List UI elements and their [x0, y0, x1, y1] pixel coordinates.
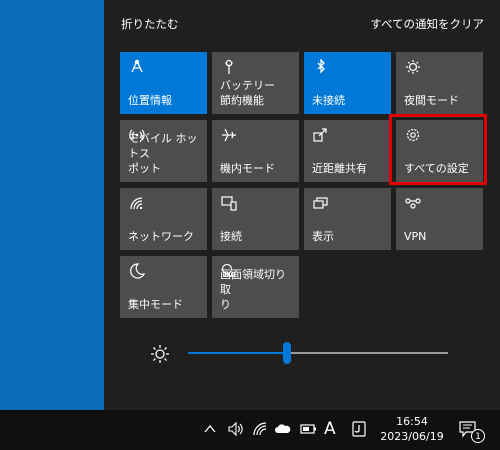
tile-label: 未接続: [312, 94, 345, 107]
notification-count-badge: 1: [471, 429, 485, 443]
tile-location[interactable]: 位置情報: [120, 52, 207, 114]
tile-label: すべての設定: [404, 162, 469, 175]
network-icon: [128, 195, 146, 211]
nearby-share-icon: [312, 127, 330, 143]
action-center-header: 折りたたむ すべての通知をクリア: [104, 14, 500, 36]
desktop-background: [0, 0, 104, 410]
tile-label: 近距離共有: [312, 162, 367, 175]
tile-night-light[interactable]: 夜間モード: [396, 52, 483, 114]
taskbar: A 16:54 2023/06/19 1: [0, 410, 500, 450]
tile-all-settings[interactable]: すべての設定: [396, 120, 483, 182]
tile-project[interactable]: 表示: [304, 188, 391, 250]
battery-saver-icon: [220, 59, 238, 75]
tile-battery-saver[interactable]: バッテリー 節約機能: [212, 52, 299, 114]
tile-label: 画面領域切り取 り: [220, 268, 286, 311]
bluetooth-icon: [312, 59, 330, 75]
tile-mobile-hotspot[interactable]: モバイル ホットス ポット: [120, 120, 207, 182]
location-icon: [128, 59, 146, 75]
tile-screen-snip[interactable]: 画面領域切り取 り: [212, 256, 299, 318]
clock[interactable]: 16:54 2023/06/19: [376, 414, 448, 444]
tile-focus-assist[interactable]: 集中モード: [120, 256, 207, 318]
tile-label: 機内モード: [220, 162, 275, 175]
brightness-slider-track[interactable]: [286, 352, 448, 354]
brightness-slider-thumb[interactable]: [282, 342, 291, 364]
onedrive-cloud-icon[interactable]: [274, 422, 292, 442]
brightness-control: [150, 340, 450, 370]
battery-icon[interactable]: [300, 422, 318, 442]
tile-airplane-mode[interactable]: 機内モード: [212, 120, 299, 182]
tile-nearby-share[interactable]: 近距離共有: [304, 120, 391, 182]
tile-label: バッテリー 節約機能: [220, 79, 275, 107]
volume-icon[interactable]: [227, 421, 245, 441]
airplane-icon: [220, 127, 238, 143]
ime-indicator[interactable]: A: [324, 419, 336, 439]
tile-label: VPN: [404, 230, 427, 243]
clock-time: 16:54: [396, 415, 428, 428]
tile-label: モバイル ホットス ポット: [128, 132, 198, 175]
tile-label: 表示: [312, 230, 334, 243]
tile-label: 接続: [220, 230, 242, 243]
tile-label: ネットワーク: [128, 230, 194, 243]
brightness-icon: [150, 344, 170, 364]
collapse-button[interactable]: 折りたたむ: [121, 16, 179, 32]
night-light-icon: [404, 59, 422, 75]
wifi-icon[interactable]: [252, 421, 268, 441]
tile-vpn[interactable]: VPN: [396, 188, 483, 250]
tile-label: 位置情報: [128, 94, 172, 107]
show-hidden-icons-chevron-icon[interactable]: [204, 422, 216, 442]
focus-assist-icon: [128, 263, 146, 279]
project-icon: [312, 195, 330, 211]
vpn-icon: [404, 195, 422, 211]
connect-icon: [220, 195, 238, 211]
tile-label: 集中モード: [128, 298, 183, 311]
tile-bluetooth[interactable]: 未接続: [304, 52, 391, 114]
tile-label: 夜間モード: [404, 94, 459, 107]
tile-network[interactable]: ネットワーク: [120, 188, 207, 250]
settings-gear-icon: [404, 127, 422, 143]
clock-date: 2023/06/19: [380, 430, 444, 443]
clear-all-notifications-button[interactable]: すべての通知をクリア: [370, 16, 484, 32]
brightness-slider-fill: [188, 352, 287, 354]
notepad-app-icon[interactable]: [351, 421, 367, 441]
tile-connect[interactable]: 接続: [212, 188, 299, 250]
